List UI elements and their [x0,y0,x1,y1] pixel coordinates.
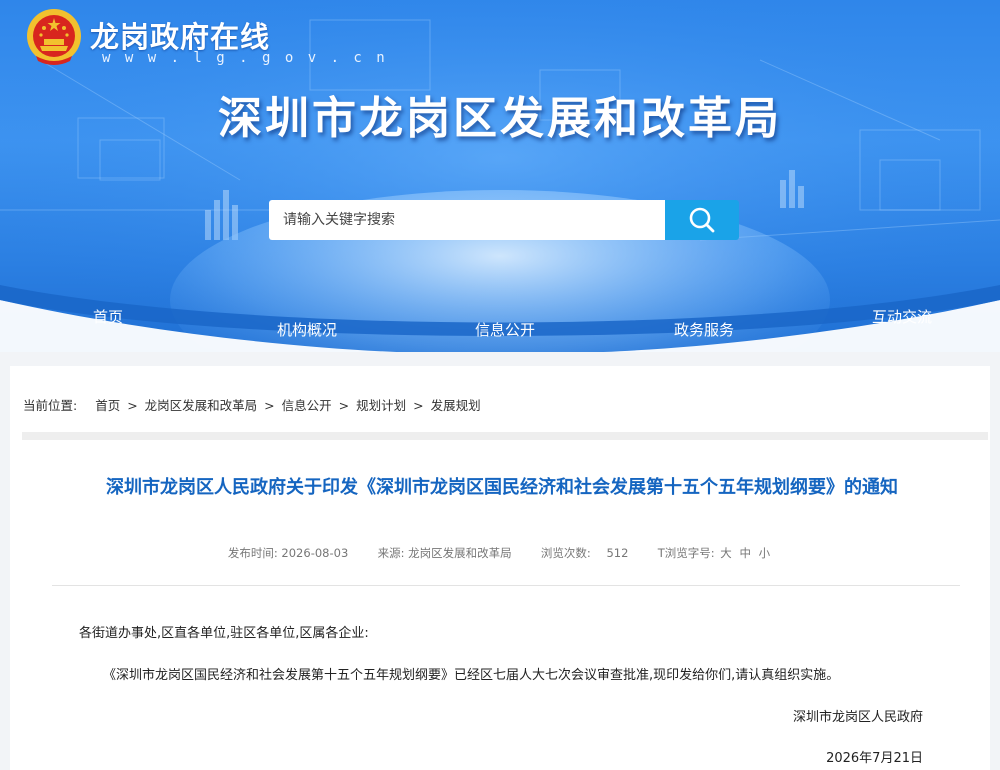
article-body: 《深圳市龙岗区国民经济和社会发展第十五个五年规划纲要》已经区七届人大七次会议审查… [103,668,840,683]
search-icon [689,207,715,233]
divider-bar [22,432,988,440]
nav-interact[interactable]: 互动交流 [872,306,932,327]
breadcrumb-dev-plans[interactable]: 发展规划 [431,398,481,413]
views-label: 浏览次数: [540,546,591,560]
nav-service[interactable]: 政务服务 [674,319,734,340]
font-size-large[interactable]: 大 [720,546,732,560]
font-size-medium[interactable]: 中 [739,546,751,560]
article-signature: 深圳市龙岗区人民政府 [792,710,923,725]
site-url: w w w . l g . g o v . c n [102,50,388,66]
publish-date: 2026-08-03 [281,546,349,560]
article-meta: 发布时间: 2026-08-03 来源: 龙岗区发展和改革局 浏览次数: 512… [10,545,990,561]
breadcrumb-plans[interactable]: 规划计划 [356,398,406,413]
source-label: 来源: [377,546,405,560]
breadcrumb-prefix: 当前位置: [23,398,78,413]
agency-title: 深圳市龙岗区发展和改革局 [218,93,782,144]
breadcrumb-info[interactable]: 信息公开 [282,398,332,413]
breadcrumb-separator: > [338,398,350,413]
national-emblem-icon [27,9,81,65]
search-button[interactable] [665,200,739,240]
breadcrumb: 当前位置: 首页 > 龙岗区发展和改革局 > 信息公开 > 规划计划 > 发展规… [23,395,481,414]
nav-info[interactable]: 信息公开 [475,319,535,340]
article-salutation: 各街道办事处,区直各单位,驻区各单位,区属各企业: [79,626,369,641]
site-banner: 龙岗政府在线 w w w . l g . g o v . c n 深圳市龙岗区发… [0,0,1000,352]
article-title: 深圳市龙岗区人民政府关于印发《深圳市龙岗区国民经济和社会发展第十五个五年规划纲要… [106,477,898,498]
content-panel: 当前位置: 首页 > 龙岗区发展和改革局 > 信息公开 > 规划计划 > 发展规… [10,366,990,770]
breadcrumb-agency[interactable]: 龙岗区发展和改革局 [145,398,258,413]
source: 龙岗区发展和改革局 [408,546,512,560]
article-sign-date: 2026年7月21日 [826,751,923,766]
font-size-small[interactable]: 小 [759,546,771,560]
nav-org[interactable]: 机构概况 [277,319,337,340]
breadcrumb-separator: > [127,398,138,413]
nav-home[interactable]: 首页 [93,306,123,327]
view-count: 512 [606,546,629,560]
date-label: 发布时间: [227,546,278,560]
divider-line [52,585,960,586]
breadcrumb-home[interactable]: 首页 [95,398,120,413]
breadcrumb-separator: > [413,398,424,413]
search-input[interactable] [269,200,665,240]
breadcrumb-separator: > [264,398,275,413]
font-size-label: T浏览字号: [657,546,715,560]
